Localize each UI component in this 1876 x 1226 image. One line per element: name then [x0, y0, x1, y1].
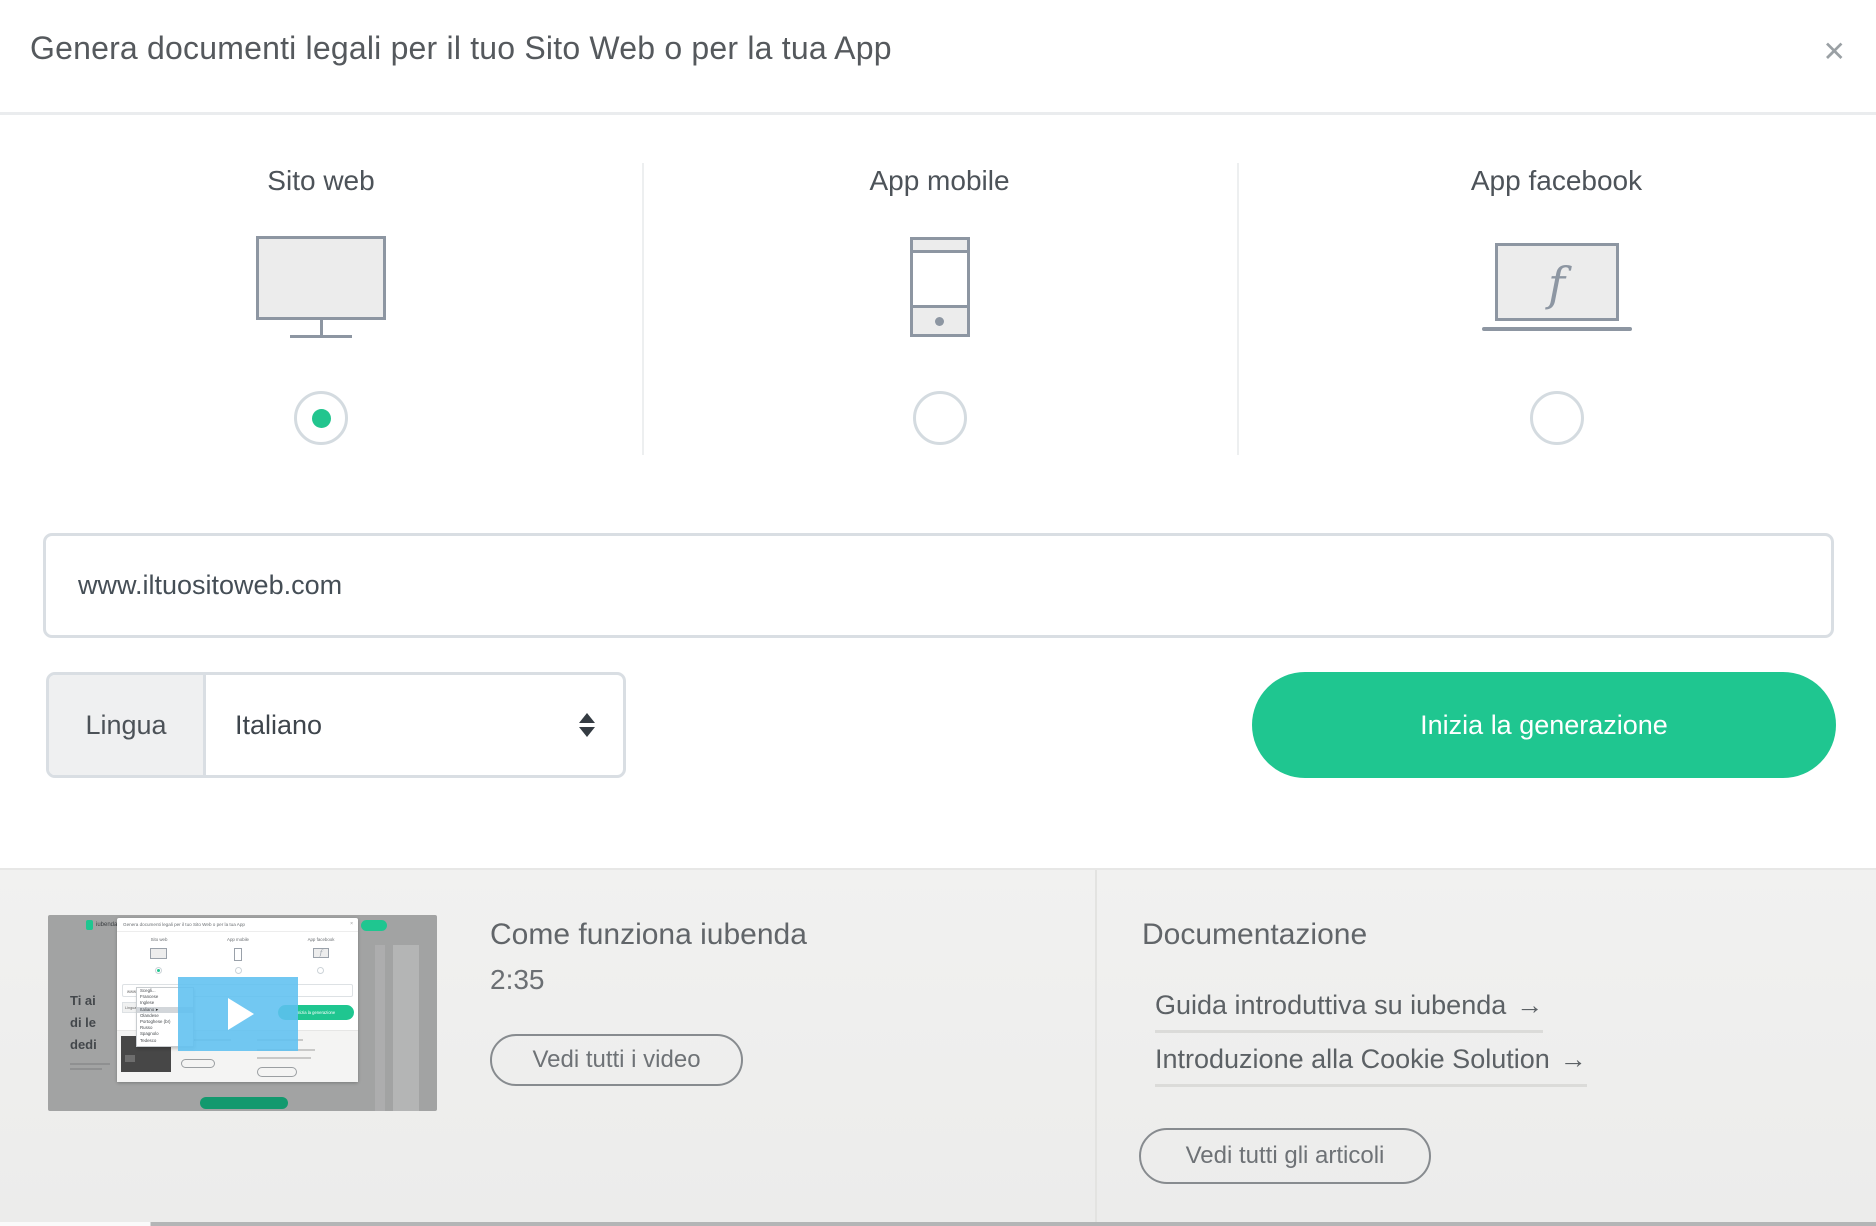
modal-title: Genera documenti legali per il tuo Sito … — [30, 30, 892, 67]
iubenda-logo: iubenda — [86, 920, 117, 930]
modal-header: Genera documenti legali per il tuo Sito … — [0, 0, 1876, 115]
thumb-background-art — [375, 945, 385, 1111]
radio-sito-web[interactable] — [294, 391, 348, 445]
device-type-selector: Sito web App mobile App facebook f — [0, 115, 1876, 459]
close-icon[interactable]: ✕ — [1823, 38, 1846, 66]
website-url-input[interactable] — [43, 533, 1834, 638]
link-introduzione-cookie-solution[interactable]: Introduzione alla Cookie Solution→ — [1155, 1044, 1587, 1087]
language-label: Lingua — [49, 675, 206, 775]
arrow-right-icon: → — [1560, 1044, 1587, 1074]
documentation-title: Documentazione — [1142, 918, 1367, 952]
help-section: iubenda Ti ai di le dedi Genera document… — [0, 868, 1876, 1222]
language-selected-value: Italiano — [206, 675, 579, 775]
facebook-f-glyph: f — [1548, 261, 1565, 307]
option-label: App mobile — [642, 165, 1237, 197]
thumb-laptop-icon: f — [313, 948, 329, 958]
video-duration: 2:35 — [490, 964, 545, 996]
radio-app-mobile[interactable] — [913, 391, 967, 445]
thumb-headline: Ti ai di le dedi — [70, 990, 97, 1056]
thumb-monitor-icon — [150, 948, 167, 959]
desktop-monitor-icon — [256, 236, 386, 338]
option-app-mobile[interactable]: App mobile — [642, 115, 1237, 459]
video-thumbnail[interactable]: iubenda Ti ai di le dedi Genera document… — [48, 915, 437, 1111]
play-button-icon[interactable] — [178, 977, 298, 1051]
option-label: Sito web — [0, 165, 642, 197]
thumb-radio — [235, 967, 242, 974]
iubenda-logo-mark — [86, 920, 93, 930]
option-label: App facebook — [1237, 165, 1876, 197]
select-arrows-icon — [579, 675, 623, 775]
thumb-background-art — [393, 945, 419, 1111]
option-app-facebook[interactable]: App facebook f — [1237, 115, 1876, 459]
start-generation-button[interactable]: Inizia la generazione — [1252, 672, 1836, 778]
thumb-mini-cta — [361, 920, 387, 931]
legal-document-generator-modal: { "colors": { "accent_green": "#1fc690",… — [0, 0, 1876, 1226]
thumb-paragraph-placeholder — [70, 1063, 110, 1073]
link-guida-introduttiva[interactable]: Guida introduttiva su iubenda→ — [1155, 990, 1543, 1033]
video-title: Come funziona iubenda — [490, 918, 807, 952]
all-articles-button[interactable]: Vedi tutti gli articoli — [1139, 1128, 1431, 1184]
mini-cursor-icon: ➤ — [155, 1007, 158, 1012]
radio-app-facebook[interactable] — [1530, 391, 1584, 445]
thumb-bottom-cta — [200, 1097, 288, 1109]
arrow-right-icon: → — [1516, 990, 1543, 1020]
mobile-phone-icon — [910, 237, 970, 337]
page-backdrop-strip — [0, 1222, 1876, 1226]
thumb-radio — [155, 967, 162, 974]
thumb-radio — [317, 967, 324, 974]
all-videos-button[interactable]: Vedi tutti i video — [490, 1034, 743, 1086]
radio-selected-dot — [312, 409, 331, 428]
facebook-laptop-icon: f — [1482, 243, 1632, 331]
thumb-phone-icon — [234, 948, 242, 961]
language-select[interactable]: Lingua Italiano — [46, 672, 626, 778]
option-sito-web[interactable]: Sito web — [0, 115, 642, 459]
thumb-close-icon: × — [350, 921, 353, 927]
section-divider — [1095, 870, 1097, 1224]
